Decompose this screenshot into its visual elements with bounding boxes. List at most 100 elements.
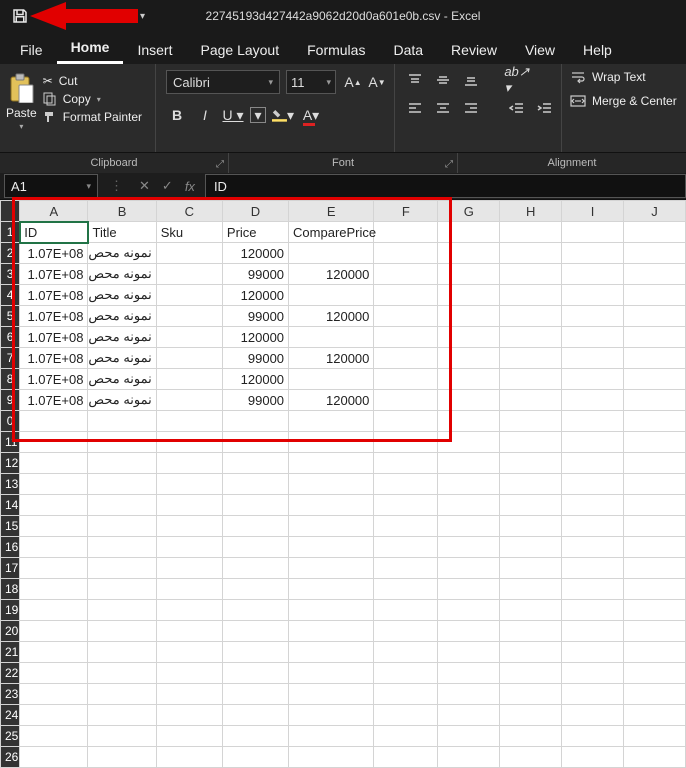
cell[interactable] — [289, 558, 374, 579]
cell[interactable] — [500, 390, 562, 411]
cell[interactable] — [20, 663, 88, 684]
cell[interactable] — [562, 243, 624, 264]
cell[interactable] — [20, 432, 88, 453]
cell[interactable] — [624, 285, 686, 306]
decrease-indent-button[interactable] — [507, 98, 527, 118]
cell[interactable] — [562, 558, 624, 579]
cell[interactable] — [500, 516, 562, 537]
cell[interactable] — [624, 222, 686, 243]
cell[interactable] — [438, 705, 500, 726]
cell[interactable] — [500, 747, 562, 768]
cell[interactable] — [20, 411, 88, 432]
cell[interactable] — [500, 642, 562, 663]
cell[interactable] — [624, 390, 686, 411]
cell[interactable] — [624, 432, 686, 453]
cell[interactable] — [222, 747, 288, 768]
cell[interactable] — [500, 495, 562, 516]
cell[interactable] — [156, 348, 222, 369]
underline-button[interactable]: U ▾ — [222, 104, 244, 126]
row-header[interactable]: 11 — [1, 432, 20, 453]
font-color-button[interactable]: A ▾ — [300, 104, 322, 126]
align-left-button[interactable] — [405, 98, 425, 118]
cell[interactable] — [374, 558, 438, 579]
cell[interactable] — [438, 453, 500, 474]
cell[interactable] — [562, 474, 624, 495]
row-header[interactable]: 8 — [1, 369, 20, 390]
cell[interactable] — [374, 579, 438, 600]
cell[interactable] — [500, 621, 562, 642]
row-header[interactable]: 24 — [1, 705, 20, 726]
cell[interactable] — [156, 327, 222, 348]
cell[interactable] — [374, 222, 438, 243]
column-header[interactable]: D — [222, 201, 288, 222]
cell[interactable] — [374, 306, 438, 327]
cell[interactable] — [562, 285, 624, 306]
cell[interactable] — [156, 411, 222, 432]
cell[interactable]: 120000 — [289, 264, 374, 285]
cell[interactable] — [88, 600, 156, 621]
cell[interactable] — [438, 285, 500, 306]
row-header[interactable]: 14 — [1, 495, 20, 516]
row-header[interactable]: 3 — [1, 264, 20, 285]
cell[interactable] — [438, 411, 500, 432]
row-header[interactable]: 23 — [1, 684, 20, 705]
cell[interactable] — [88, 747, 156, 768]
cell[interactable]: 1.07E+08 — [20, 264, 88, 285]
cell[interactable] — [289, 495, 374, 516]
cell[interactable] — [500, 705, 562, 726]
cell[interactable] — [20, 747, 88, 768]
row-header[interactable]: 20 — [1, 621, 20, 642]
cell[interactable] — [156, 243, 222, 264]
cell[interactable] — [222, 705, 288, 726]
cell[interactable] — [374, 453, 438, 474]
cell[interactable] — [624, 474, 686, 495]
row-header[interactable]: 22 — [1, 663, 20, 684]
row-header[interactable]: 16 — [1, 537, 20, 558]
cell[interactable] — [156, 747, 222, 768]
cell[interactable]: 120000 — [222, 369, 288, 390]
row-header[interactable]: 25 — [1, 726, 20, 747]
align-right-button[interactable] — [461, 98, 481, 118]
bold-button[interactable]: B — [166, 104, 188, 126]
cell[interactable] — [438, 369, 500, 390]
tab-review[interactable]: Review — [437, 36, 511, 64]
cell[interactable] — [624, 705, 686, 726]
cell[interactable] — [374, 474, 438, 495]
cell[interactable]: نمونه محص — [88, 264, 156, 285]
cell[interactable]: 1.07E+08 — [20, 369, 88, 390]
italic-button[interactable]: I — [194, 104, 216, 126]
cell[interactable] — [374, 243, 438, 264]
cell[interactable] — [88, 495, 156, 516]
cell[interactable] — [438, 222, 500, 243]
cell[interactable] — [222, 411, 288, 432]
column-header[interactable]: C — [156, 201, 222, 222]
cell[interactable] — [88, 579, 156, 600]
cell[interactable]: نمونه محص — [88, 390, 156, 411]
cell[interactable] — [20, 600, 88, 621]
cell[interactable] — [156, 726, 222, 747]
cancel-formula-icon[interactable]: ✕ — [139, 178, 150, 194]
cell[interactable] — [20, 495, 88, 516]
enter-formula-icon[interactable]: ✓ — [162, 178, 173, 194]
cell[interactable] — [500, 264, 562, 285]
cell[interactable] — [500, 600, 562, 621]
orientation-button[interactable]: ab↗ ▾ — [507, 70, 527, 90]
cell[interactable] — [624, 348, 686, 369]
cell[interactable] — [289, 684, 374, 705]
cell[interactable] — [374, 411, 438, 432]
cell[interactable] — [156, 264, 222, 285]
cell[interactable] — [562, 453, 624, 474]
cell[interactable] — [289, 726, 374, 747]
cell[interactable] — [374, 537, 438, 558]
cell[interactable] — [374, 369, 438, 390]
cell[interactable] — [562, 600, 624, 621]
cell[interactable]: نمونه محص — [88, 369, 156, 390]
cell[interactable] — [222, 621, 288, 642]
format-painter-button[interactable]: Format Painter — [43, 110, 142, 124]
cell[interactable] — [88, 705, 156, 726]
cell[interactable] — [374, 432, 438, 453]
cell[interactable] — [88, 537, 156, 558]
cell[interactable] — [562, 747, 624, 768]
cell[interactable] — [562, 264, 624, 285]
cell[interactable] — [20, 684, 88, 705]
